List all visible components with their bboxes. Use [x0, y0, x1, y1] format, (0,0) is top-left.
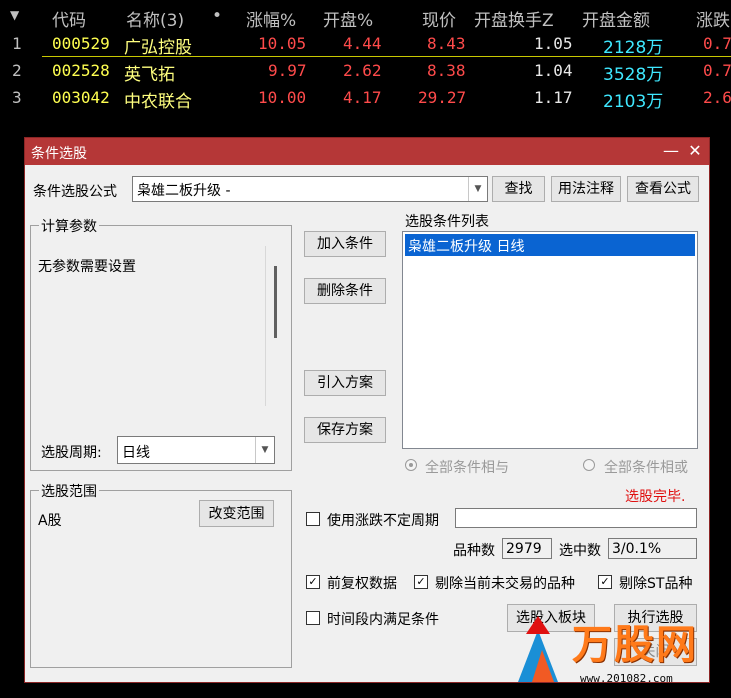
dialog-titlebar[interactable]: 条件选股 — ✕ — [25, 138, 709, 165]
stock-name: 英飞拓 — [124, 65, 175, 85]
selected-field: 3/0.1% — [608, 538, 697, 559]
change-range-button[interactable]: 改变范围 — [199, 500, 274, 527]
open-pct: 4.44 — [343, 34, 382, 53]
price: 29.27 — [418, 88, 467, 107]
turnover: 1.04 — [534, 61, 573, 80]
add-condition-button[interactable]: 加入条件 — [304, 231, 386, 257]
col-price[interactable]: 现价 — [422, 6, 456, 31]
variable-period-input[interactable] — [455, 508, 697, 528]
condition-list[interactable]: 枭雄二板升级 日线 — [402, 231, 698, 449]
exclude-untraded-label: 剔除当前未交易的品种 — [435, 576, 575, 592]
selected-value: 3/0.1% — [612, 541, 662, 557]
period-select[interactable]: 日线 ▼ — [117, 436, 275, 464]
forward-adjust-label: 前复权数据 — [327, 576, 397, 592]
usage-notes-button[interactable]: 用法注释 — [551, 176, 621, 202]
table-row[interactable]: 3 003042 中农联合 10.00 4.17 29.27 1.17 2103… — [0, 85, 731, 112]
view-formula-button[interactable]: 查看公式 — [627, 176, 699, 202]
params-scrollbar[interactable] — [274, 266, 277, 338]
open-pct: 2.62 — [343, 61, 382, 80]
arrow-logo-icon — [518, 616, 558, 682]
range-group-title: 选股范围 — [39, 481, 99, 501]
exclude-st-label: 剔除ST品种 — [619, 576, 693, 592]
table-row[interactable]: 2 002528 英飞拓 9.97 2.62 8.38 1.04 3528万 0… — [0, 58, 731, 85]
chevron-down-icon[interactable]: ▼ — [255, 437, 274, 463]
period-value: 日线 — [122, 445, 150, 461]
change-pct: 9.97 — [268, 61, 307, 80]
minimize-icon[interactable]: — — [661, 141, 681, 160]
close-icon[interactable]: ✕ — [685, 141, 705, 160]
diff: 0.76 — [703, 61, 731, 80]
import-plan-button[interactable]: 引入方案 — [304, 370, 386, 396]
list-item-label: 枭雄二板升级 日线 — [408, 239, 525, 255]
status-text: 选股完毕. — [625, 489, 686, 505]
selected-label: 选中数 — [559, 543, 601, 559]
col-name[interactable]: 名称(3) — [126, 6, 184, 31]
col-amount[interactable]: 开盘金额 — [582, 6, 650, 31]
row-index: 2 — [12, 61, 22, 80]
save-plan-button[interactable]: 保存方案 — [304, 417, 386, 443]
exclude-st-checkbox[interactable]: ✓ — [598, 575, 612, 589]
chevron-down-icon[interactable]: ▼ — [468, 177, 487, 201]
table-row[interactable]: 1 000529 广弘控股 10.05 4.44 8.43 1.05 2128万… — [0, 31, 731, 58]
radio-or-label: 全部条件相或 — [604, 460, 688, 476]
sort-menu-icon[interactable]: ▼ — [10, 8, 19, 22]
watermark-logo: 万股网 www.201082.com — [510, 606, 731, 698]
condition-list-title: 选股条件列表 — [405, 214, 489, 230]
condition-screener-dialog: 条件选股 — ✕ 条件选股公式 枭雄二板升级 - ▼ 查找 用法注释 查看公式 … — [24, 137, 710, 683]
col-diff[interactable]: 涨跌 — [696, 6, 730, 31]
params-group-title: 计算参数 — [39, 216, 99, 236]
change-pct: 10.00 — [258, 88, 307, 107]
selected-row-underline — [42, 56, 731, 57]
radio-and-label: 全部条件相与 — [425, 460, 509, 476]
amount: 2103万 — [603, 92, 664, 112]
params-scroll-track — [265, 246, 266, 406]
time-range-label: 时间段内满足条件 — [327, 612, 439, 628]
formula-label: 条件选股公式 — [33, 184, 117, 200]
open-pct: 4.17 — [343, 88, 382, 107]
price: 8.38 — [427, 61, 466, 80]
row-index: 3 — [12, 88, 22, 107]
price: 8.43 — [427, 34, 466, 53]
dialog-title: 条件选股 — [31, 146, 87, 162]
diff: 2.66 — [703, 88, 731, 107]
col-change[interactable]: 涨幅% — [246, 6, 296, 31]
radio-and[interactable] — [405, 459, 417, 471]
col-turnover[interactable]: 开盘换手Z — [474, 6, 554, 31]
amount: 3528万 — [603, 65, 664, 85]
change-pct: 10.05 — [258, 34, 307, 53]
forward-adjust-checkbox[interactable]: ✓ — [306, 575, 320, 589]
stock-name: 中农联合 — [124, 92, 192, 112]
watermark-brand: 万股网 — [572, 622, 698, 668]
count-label: 品种数 — [453, 543, 495, 559]
variable-period-checkbox[interactable] — [306, 512, 320, 526]
col-dot: • — [212, 6, 223, 26]
stock-code: 000529 — [52, 34, 110, 53]
list-item[interactable]: 枭雄二板升级 日线 — [405, 234, 695, 256]
variable-period-label: 使用涨跌不定周期 — [327, 513, 439, 529]
formula-value: 枭雄二板升级 - — [137, 183, 231, 199]
period-label: 选股周期: — [41, 445, 102, 461]
quote-table-header: ▼ 代码 名称(3) • 涨幅% 开盘% 现价 开盘换手Z 开盘金额 涨跌 — [0, 0, 731, 33]
turnover: 1.17 — [534, 88, 573, 107]
stock-name: 广弘控股 — [124, 38, 192, 58]
count-value: 2979 — [506, 541, 542, 557]
count-field: 2979 — [502, 538, 552, 559]
amount: 2128万 — [603, 38, 664, 58]
stock-code: 002528 — [52, 61, 110, 80]
find-button[interactable]: 查找 — [492, 176, 545, 202]
row-index: 1 — [12, 34, 22, 53]
time-range-checkbox[interactable] — [306, 611, 320, 625]
diff: 0.77 — [703, 34, 731, 53]
formula-select[interactable]: 枭雄二板升级 - ▼ — [132, 176, 488, 202]
stock-code: 003042 — [52, 88, 110, 107]
exclude-untraded-checkbox[interactable]: ✓ — [414, 575, 428, 589]
delete-condition-button[interactable]: 删除条件 — [304, 278, 386, 304]
col-code[interactable]: 代码 — [52, 6, 86, 31]
radio-or[interactable] — [583, 459, 595, 471]
col-open-pct[interactable]: 开盘% — [323, 6, 373, 31]
range-value: A股 — [38, 513, 62, 529]
watermark-url: www.201082.com — [580, 672, 673, 685]
params-text: 无参数需要设置 — [38, 259, 136, 275]
turnover: 1.05 — [534, 34, 573, 53]
